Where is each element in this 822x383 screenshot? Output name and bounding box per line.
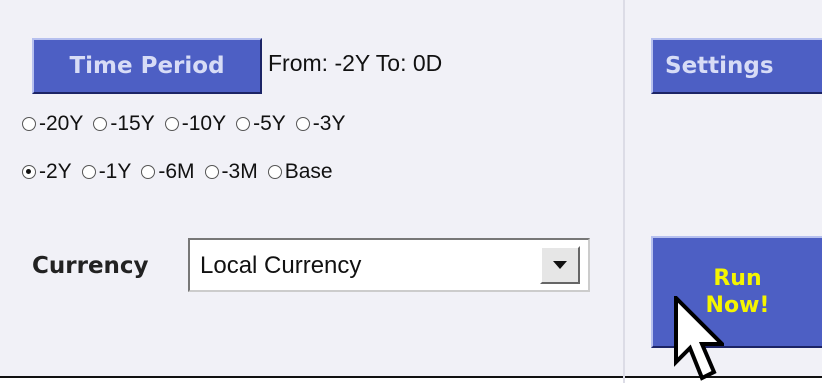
- radio-label: -1Y: [98, 160, 132, 183]
- radio-button[interactable]: [141, 165, 156, 179]
- time-range-text: From: -2Y To: 0D: [268, 50, 443, 76]
- radio-button[interactable]: [267, 165, 282, 179]
- radio-label: -15Y: [110, 112, 155, 135]
- currency-selected-value: Local Currency: [200, 252, 362, 279]
- radio-option[interactable]: Base: [267, 160, 333, 184]
- radio-button[interactable]: [22, 165, 36, 179]
- radio-label: -20Y: [39, 112, 84, 135]
- radio-label: -5Y: [253, 112, 286, 135]
- radio-option[interactable]: -5Y: [236, 112, 286, 136]
- mouse-pointer-icon: [674, 296, 724, 381]
- period-radio-row-2: -2Y -1Y -6M -3M Base: [22, 160, 343, 184]
- radio-label: -10Y: [181, 112, 227, 135]
- period-radio-row-1: -20Y -15Y -10Y -5Y -3Y: [22, 112, 355, 136]
- radio-label: -2Y: [39, 160, 72, 183]
- currency-select[interactable]: Local Currency: [188, 238, 590, 292]
- radio-button[interactable]: [295, 117, 310, 131]
- radio-button[interactable]: [93, 117, 108, 131]
- radio-option[interactable]: -1Y: [81, 160, 132, 184]
- time-period-button[interactable]: Time Period: [32, 38, 262, 94]
- radio-label: -3Y: [312, 112, 346, 135]
- panel-divider: [623, 0, 625, 383]
- radio-label: Base: [284, 160, 333, 183]
- run-now-label-line1: Run: [713, 265, 762, 291]
- settings-button[interactable]: Settings: [651, 38, 822, 94]
- radio-label: -3M: [221, 160, 258, 183]
- radio-button[interactable]: [236, 117, 251, 131]
- currency-label: Currency: [32, 253, 149, 279]
- radio-option[interactable]: -15Y: [93, 112, 155, 136]
- radio-option[interactable]: -2Y: [22, 160, 72, 184]
- dropdown-arrow-button[interactable]: [540, 246, 580, 284]
- radio-label: -6M: [158, 160, 195, 183]
- radio-option[interactable]: -3M: [204, 160, 258, 184]
- radio-button[interactable]: [81, 165, 96, 179]
- radio-option[interactable]: -6M: [141, 160, 195, 184]
- radio-option[interactable]: -20Y: [22, 112, 83, 136]
- radio-button[interactable]: [164, 117, 179, 131]
- radio-button[interactable]: [204, 165, 219, 179]
- radio-button[interactable]: [22, 117, 36, 131]
- radio-option[interactable]: -3Y: [295, 112, 346, 136]
- radio-option[interactable]: -10Y: [164, 112, 227, 136]
- chevron-down-icon: [553, 261, 567, 269]
